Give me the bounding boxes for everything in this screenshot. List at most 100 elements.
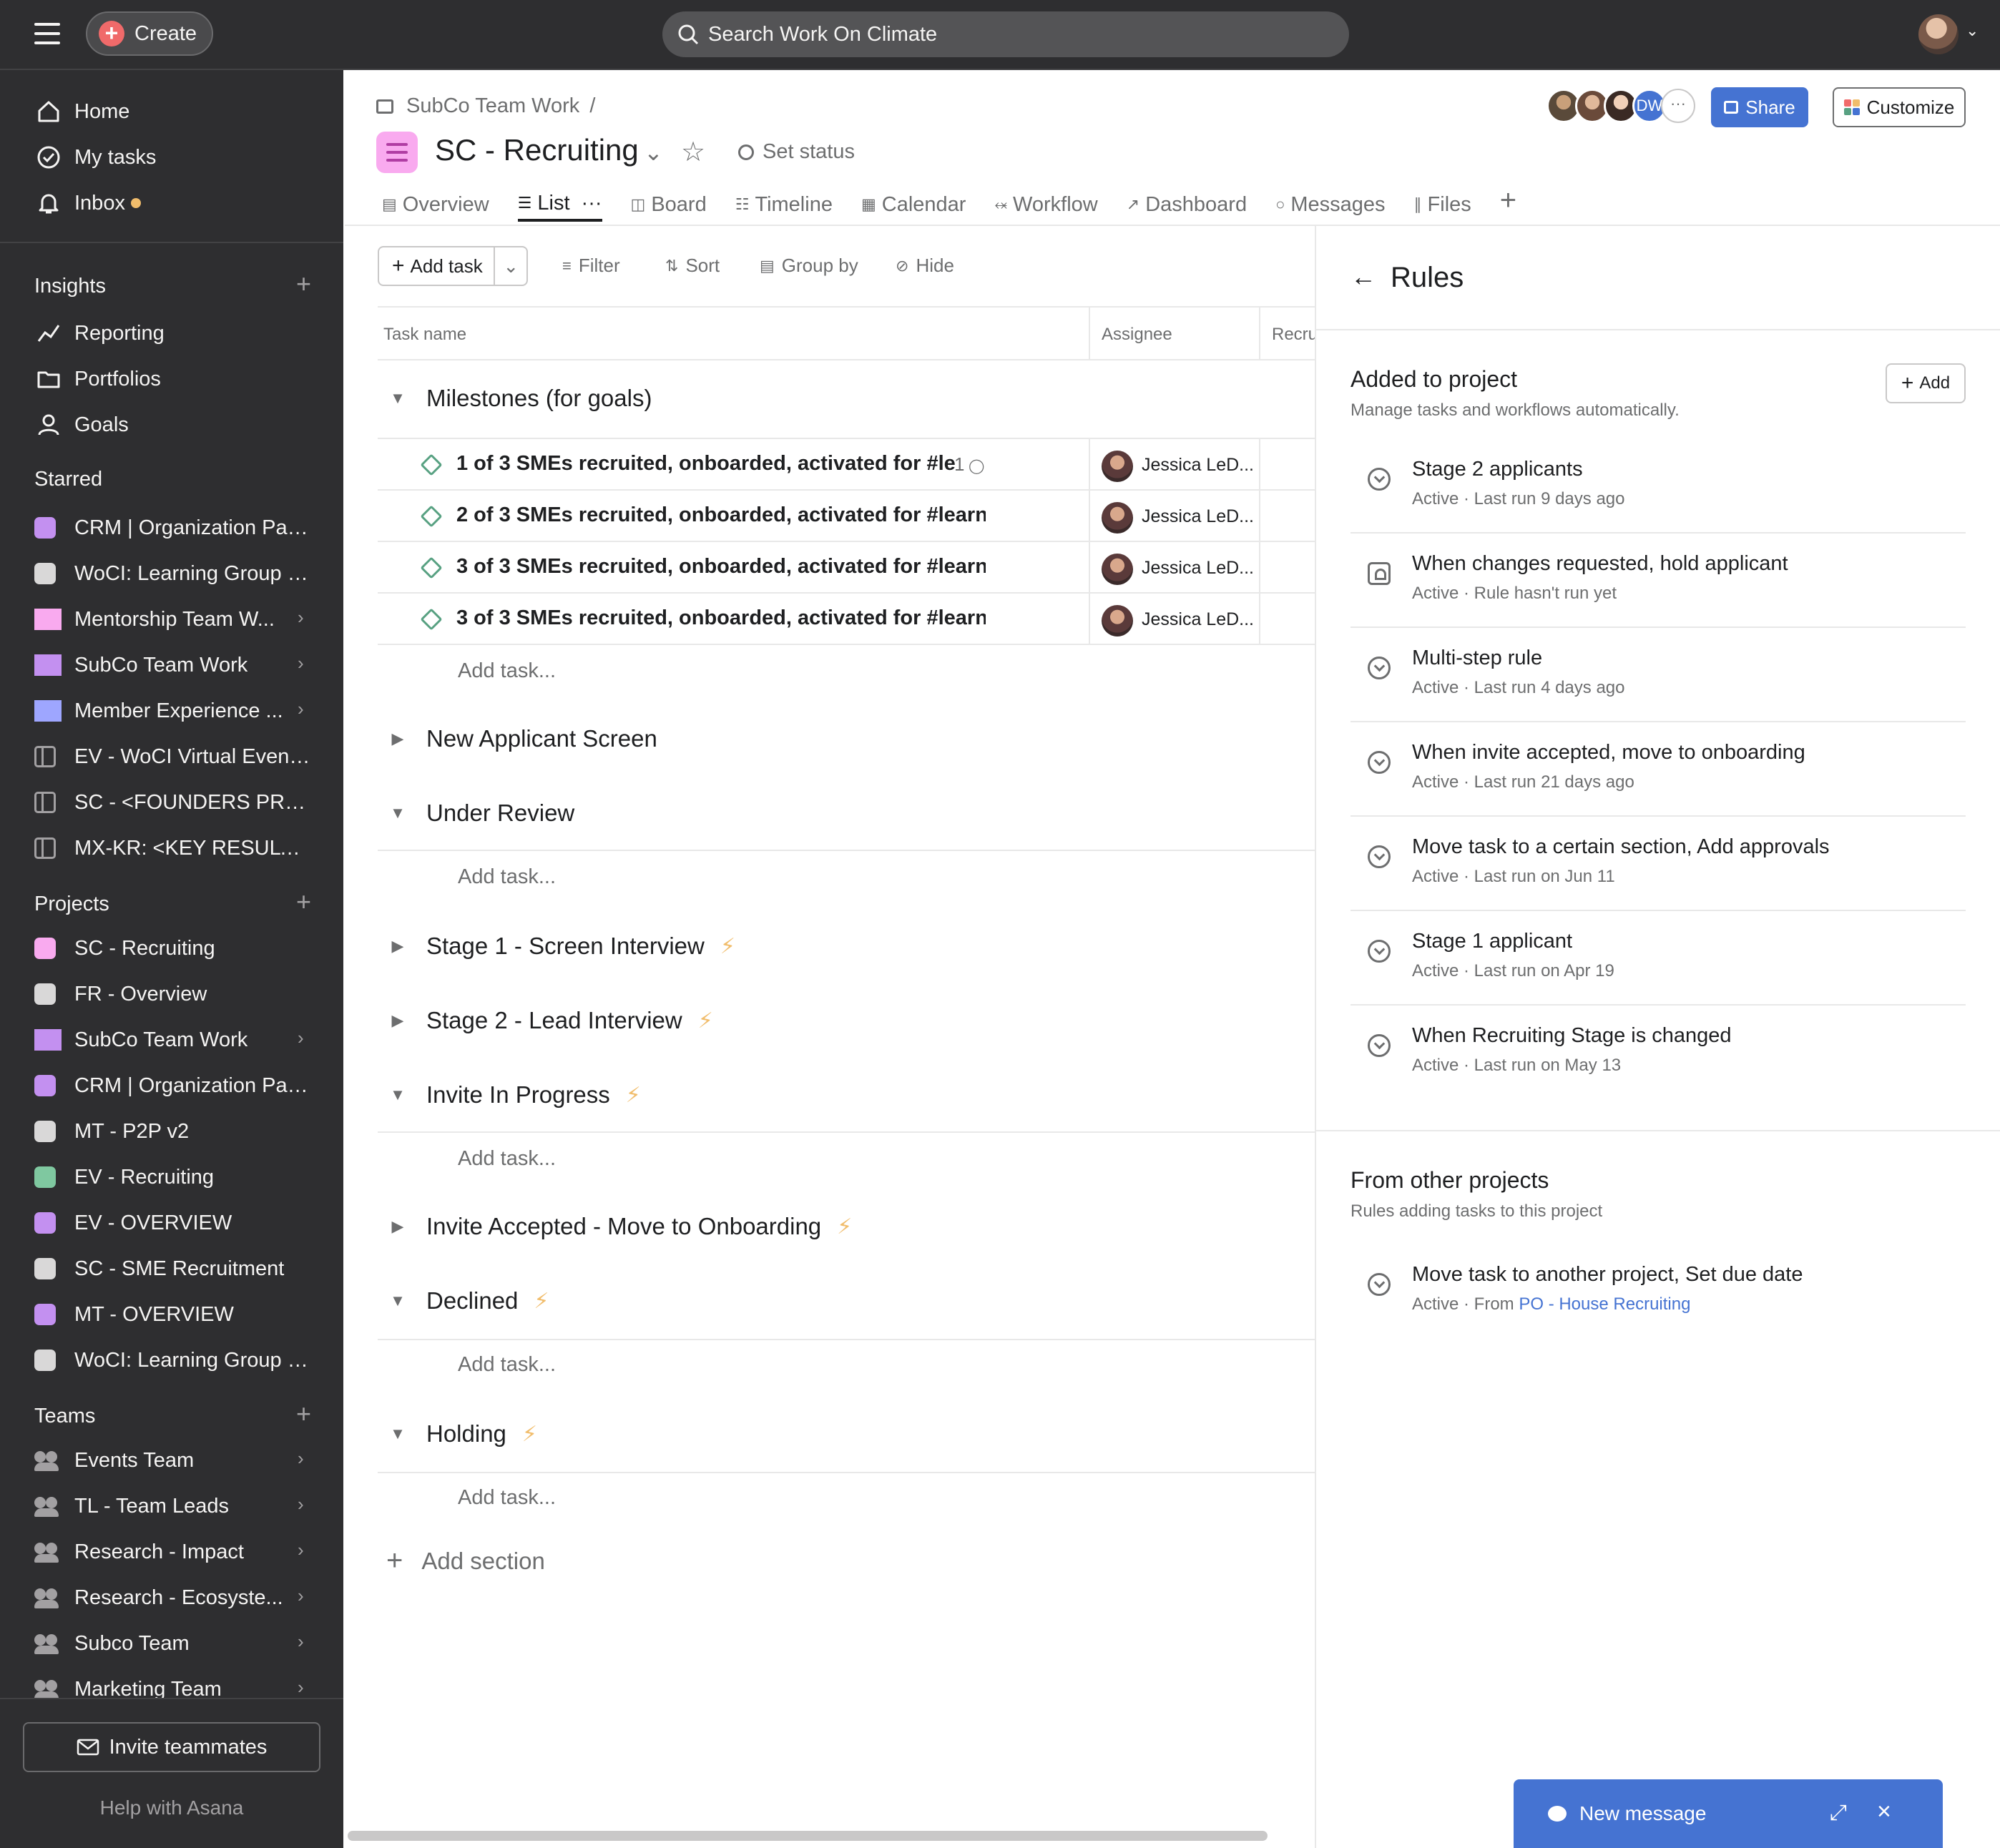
tab-timeline[interactable]: ☷ Timeline xyxy=(735,187,833,222)
sidebar-item[interactable]: MT - OVERVIEW xyxy=(34,1299,320,1330)
sidebar-item[interactable]: WoCI: Learning Group - ... xyxy=(34,558,320,589)
sidebar-item[interactable]: FR - Overview xyxy=(34,978,320,1010)
group-by-button[interactable]: ▤ Group by xyxy=(760,255,858,277)
chevron-right-icon[interactable]: › xyxy=(298,1631,304,1653)
expand-icon[interactable]: ⤢ xyxy=(1830,1801,1847,1825)
chevron-right-icon[interactable]: › xyxy=(298,698,304,720)
chevron-right-icon[interactable]: › xyxy=(298,606,304,629)
column-divider[interactable] xyxy=(1089,308,1090,360)
hide-button[interactable]: ⊘ Hide xyxy=(896,255,954,277)
rule-item[interactable]: Move task to a certain section, Add appr… xyxy=(1351,817,1966,911)
tab-dashboard[interactable]: ↗ Dashboard xyxy=(1127,187,1247,222)
tab-calendar[interactable]: ▦ Calendar xyxy=(861,187,966,222)
sidebar-item[interactable]: MT - P2P v2 xyxy=(34,1116,320,1147)
add-task-button[interactable]: + Add task ⌄ xyxy=(378,246,528,286)
milestone-icon[interactable] xyxy=(420,556,443,579)
task-name[interactable]: 1 of 3 SMEs recruited, onboarded, activa… xyxy=(456,452,986,476)
sidebar-item[interactable]: Research - Impact › xyxy=(34,1536,320,1568)
task-name[interactable]: 3 of 3 SMEs recruited, onboarded, activa… xyxy=(456,555,986,579)
sidebar-item[interactable]: SC - Recruiting xyxy=(34,933,320,964)
chevron-right-icon[interactable]: › xyxy=(298,1027,304,1049)
sidebar-item[interactable]: CRM | Organization Part... xyxy=(34,1070,320,1101)
lightning-icon[interactable]: ⚡ xyxy=(626,1083,641,1108)
sidebar-item[interactable]: EV - OVERVIEW xyxy=(34,1207,320,1239)
tab-board[interactable]: ◫ Board xyxy=(631,187,707,222)
table-row[interactable]: 3 of 3 SMEs recruited, onboarded, activa… xyxy=(378,592,1315,645)
chevron-right-icon[interactable]: › xyxy=(298,1448,304,1470)
set-status-button[interactable]: Set status xyxy=(738,140,855,164)
sidebar-item-inbox[interactable]: Inbox xyxy=(34,187,141,219)
comment-count[interactable]: 1 ◯ xyxy=(954,453,984,476)
more-members-icon[interactable]: ··· xyxy=(1661,89,1695,123)
page-title[interactable]: SC - Recruiting xyxy=(435,133,639,167)
assignee-name[interactable]: Jessica LeD... xyxy=(1142,506,1254,527)
sidebar-item[interactable]: TL - Team Leads › xyxy=(34,1490,320,1522)
task-name[interactable]: 3 of 3 SMEs recruited, onboarded, activa… xyxy=(456,606,986,630)
sidebar-item[interactable]: Member Experience ... › xyxy=(34,695,320,727)
chevron-down-icon[interactable]: ⌄ xyxy=(495,255,526,277)
sidebar-item[interactable]: EV - Recruiting xyxy=(34,1161,320,1193)
sidebar-item-home[interactable]: Home xyxy=(34,96,129,127)
lightning-icon[interactable]: ⚡ xyxy=(698,1008,713,1033)
lightning-icon[interactable]: ⚡ xyxy=(534,1289,549,1314)
milestone-icon[interactable] xyxy=(420,608,443,631)
add-task-link[interactable]: Add task... xyxy=(458,1353,556,1377)
milestone-icon[interactable] xyxy=(420,505,443,528)
chevron-down-icon[interactable]: ⌄ xyxy=(644,139,663,166)
section-header[interactable]: ▼ Declined ⚡ xyxy=(386,1287,549,1314)
lightning-icon[interactable]: ⚡ xyxy=(720,934,735,959)
chevron-down-icon[interactable]: ⌄ xyxy=(1966,21,1979,40)
sidebar-item-my-tasks[interactable]: My tasks xyxy=(34,142,156,173)
milestone-icon[interactable] xyxy=(420,453,443,476)
caret-down-icon[interactable]: ▼ xyxy=(386,1425,409,1443)
tab-messages[interactable]: ○ Messages xyxy=(1275,187,1385,222)
invite-teammates-button[interactable]: Invite teammates xyxy=(23,1722,320,1772)
section-header[interactable]: ▼ Under Review xyxy=(386,800,574,827)
sidebar-item[interactable]: Subco Team › xyxy=(34,1628,320,1659)
chevron-right-icon[interactable]: › xyxy=(298,652,304,674)
sidebar-item[interactable]: MX-KR: <KEY RESULT S... xyxy=(34,832,320,864)
add-tab-icon[interactable]: + xyxy=(1500,183,1516,217)
tab-more-icon[interactable]: ··· xyxy=(582,192,602,215)
column-header-assignee[interactable]: Assignee xyxy=(1102,325,1172,345)
rule-item[interactable]: Multi-step rule Active · Last run 4 days … xyxy=(1351,628,1966,722)
tab-overview[interactable]: ▤ Overview xyxy=(382,187,489,222)
assignee-name[interactable]: Jessica LeD... xyxy=(1142,609,1254,630)
chevron-right-icon[interactable]: › xyxy=(298,1539,304,1561)
table-row[interactable]: 1 of 3 SMEs recruited, onboarded, activa… xyxy=(378,438,1315,491)
sidebar-item[interactable]: CRM | Organization Part... xyxy=(34,512,320,544)
section-header[interactable]: ▶ Stage 1 - Screen Interview ⚡ xyxy=(386,933,735,960)
lightning-icon[interactable]: ⚡ xyxy=(837,1214,852,1239)
teams-heading[interactable]: Teams xyxy=(34,1405,95,1428)
project-list-icon[interactable] xyxy=(376,132,418,173)
share-button[interactable]: Share xyxy=(1711,87,1808,127)
column-divider[interactable] xyxy=(1259,308,1260,360)
add-task-link[interactable]: Add task... xyxy=(458,1147,556,1171)
rule-item[interactable]: Move task to another project, Set due da… xyxy=(1351,1244,1966,1339)
assignee-name[interactable]: Jessica LeD... xyxy=(1142,558,1254,579)
avatar[interactable] xyxy=(1102,502,1133,534)
avatar[interactable] xyxy=(1102,451,1133,482)
caret-right-icon[interactable]: ▶ xyxy=(386,729,409,748)
back-arrow-icon[interactable]: ← xyxy=(1351,262,1376,292)
sidebar-item[interactable]: Mentorship Team W... › xyxy=(34,604,320,635)
rule-item[interactable]: When invite accepted, move to onboarding… xyxy=(1351,722,1966,817)
breadcrumb[interactable]: SubCo Team Work / xyxy=(376,94,595,118)
rule-item[interactable]: Stage 1 applicant Active · Last run on Ap… xyxy=(1351,911,1966,1006)
section-header[interactable]: ▶ New Applicant Screen xyxy=(386,725,657,752)
search-input[interactable]: Search Work On Climate xyxy=(662,11,1349,57)
lightning-icon[interactable]: ⚡ xyxy=(522,1422,537,1447)
sidebar-item[interactable]: Events Team › xyxy=(34,1445,320,1476)
section-header[interactable]: ▼ Holding ⚡ xyxy=(386,1420,537,1448)
sidebar-item-portfolios[interactable]: Portfolios xyxy=(34,363,161,395)
sidebar-item-reporting[interactable]: Reporting xyxy=(34,318,165,349)
table-row[interactable]: 2 of 3 SMEs recruited, onboarded, activa… xyxy=(378,489,1315,542)
caret-down-icon[interactable]: ▼ xyxy=(386,1292,409,1310)
section-header[interactable]: ▶ Invite Accepted - Move to Onboarding ⚡ xyxy=(386,1213,853,1240)
star-icon[interactable]: ☆ xyxy=(681,136,705,168)
project-members[interactable]: DW ··· xyxy=(1546,89,1695,126)
chevron-right-icon[interactable]: › xyxy=(298,1493,304,1515)
column-header-recruiting[interactable]: Recru xyxy=(1272,325,1318,345)
caret-right-icon[interactable]: ▶ xyxy=(386,1217,409,1236)
chevron-right-icon[interactable]: › xyxy=(298,1676,304,1699)
